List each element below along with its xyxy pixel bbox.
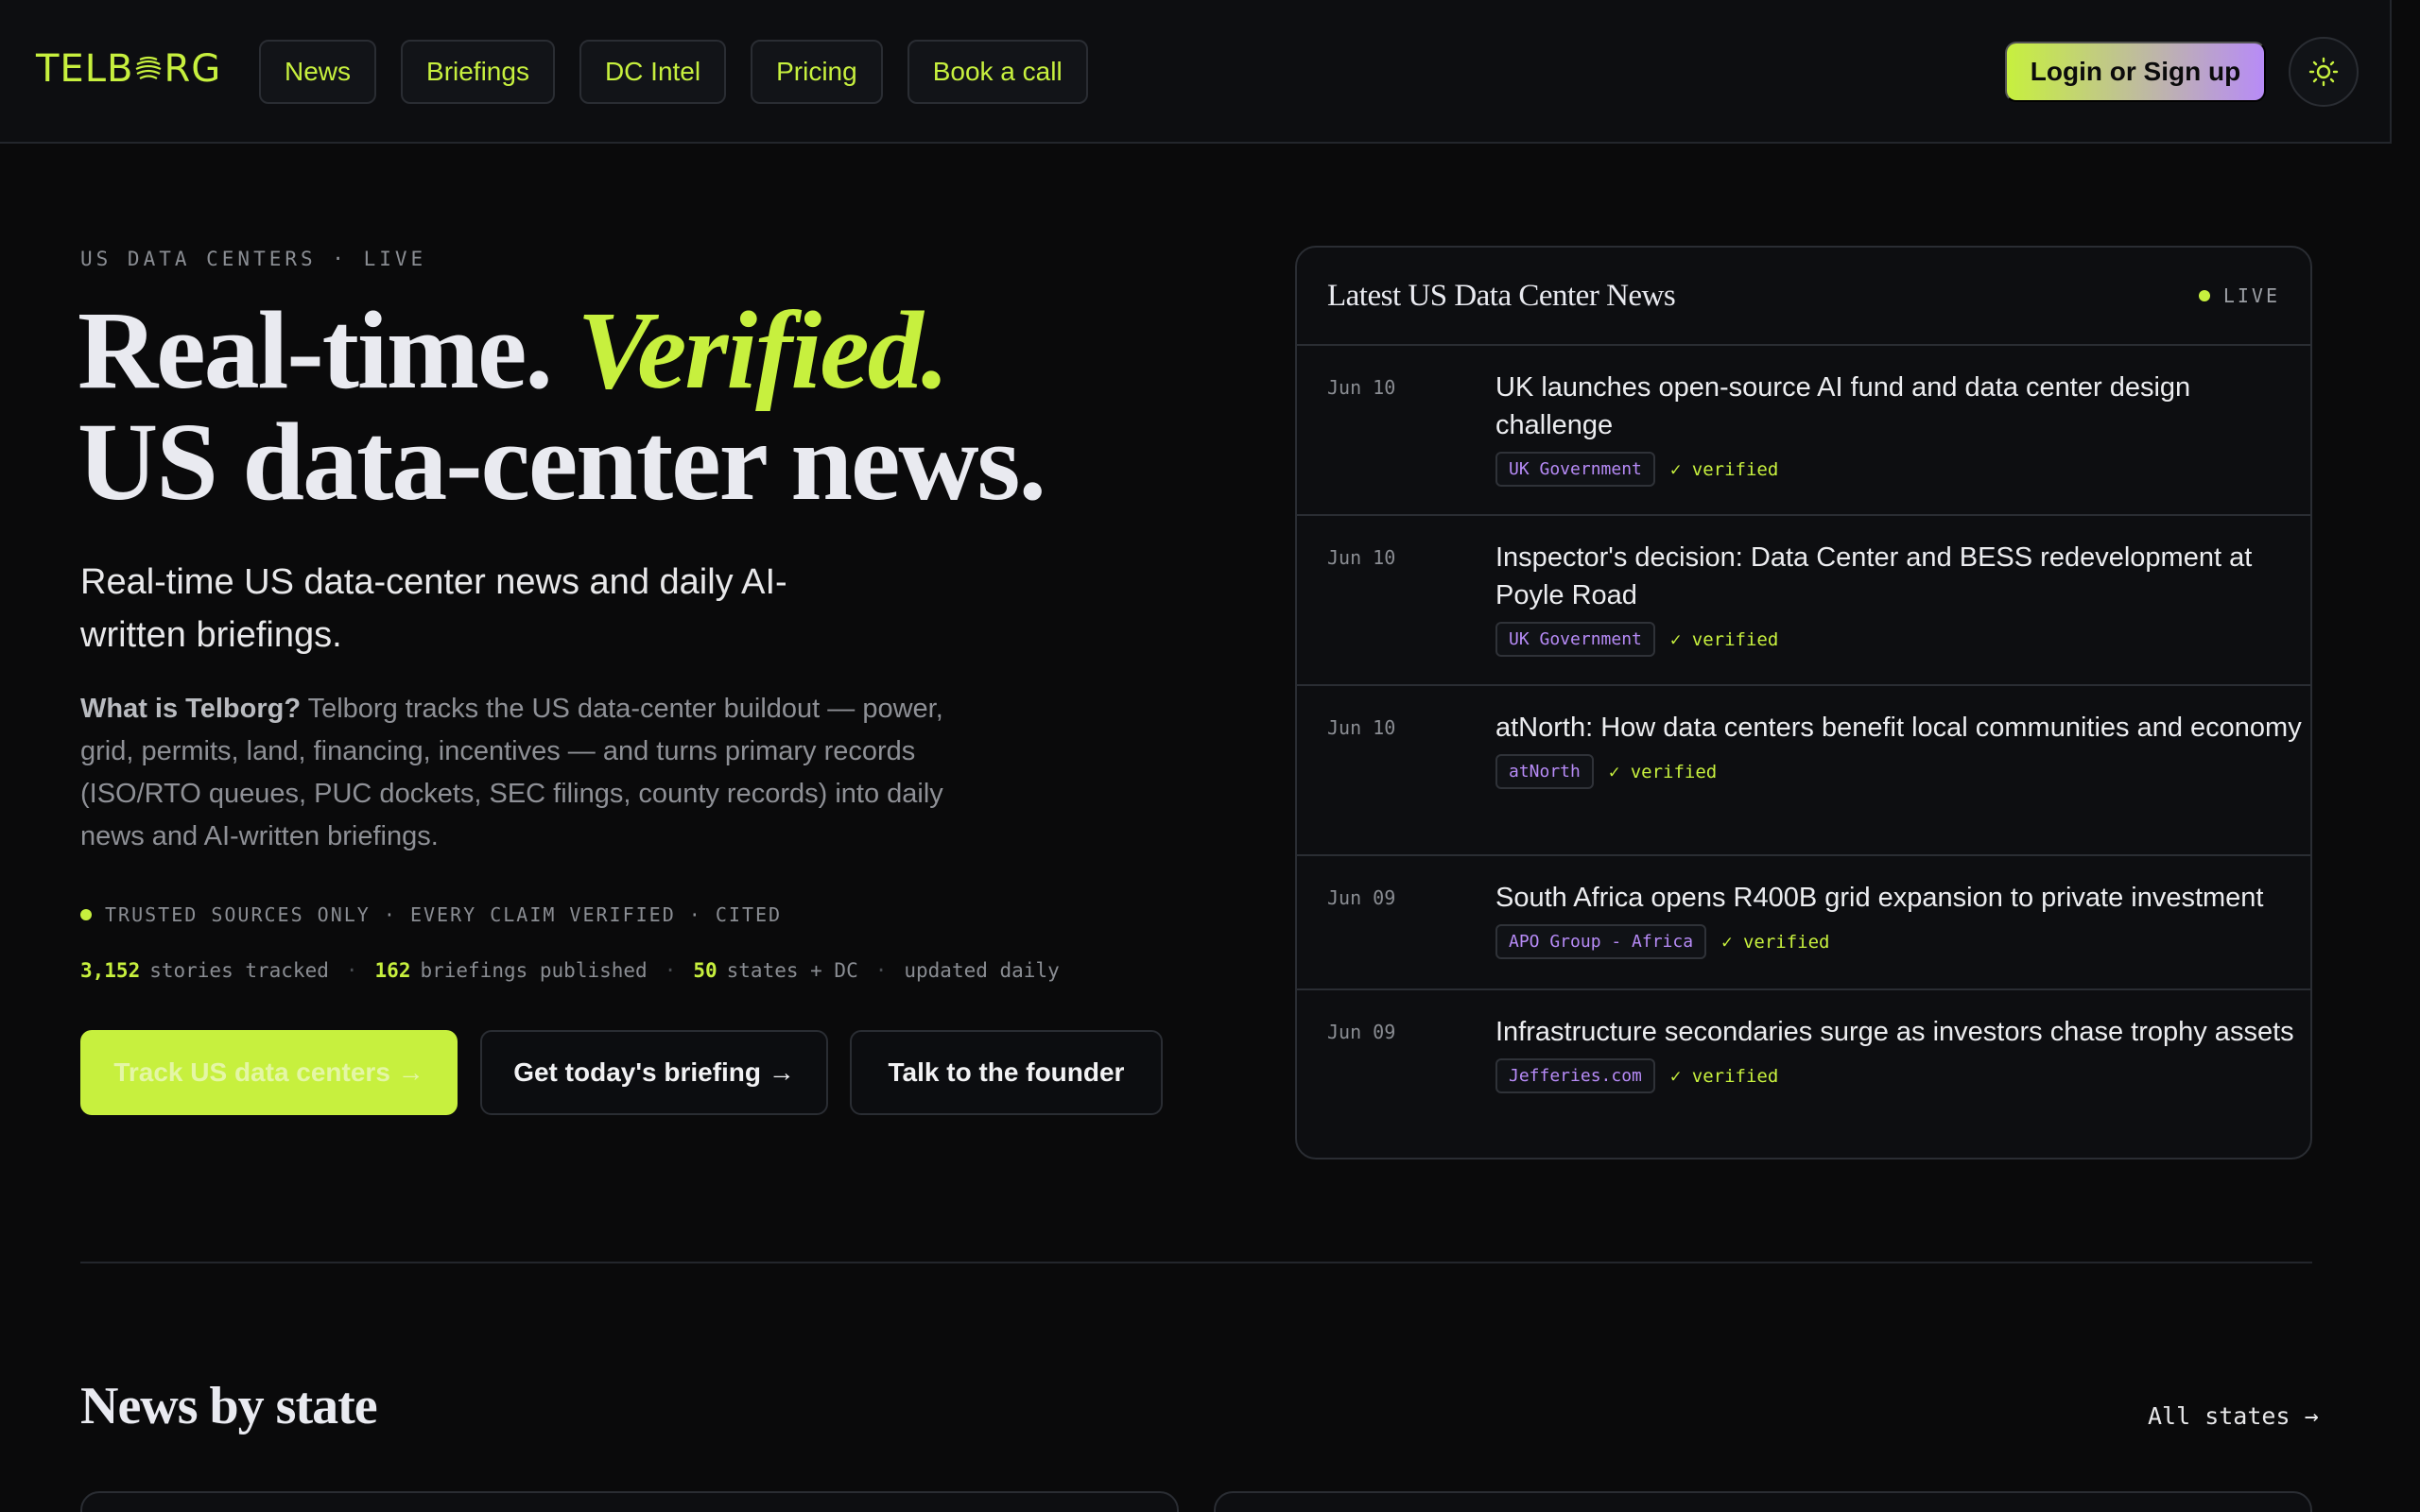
live-label: LIVE [2222,284,2280,307]
stat-briefings: 162 briefings published [375,959,648,982]
source-tag: atNorth [1495,754,1594,789]
nav-dc-intel[interactable]: DC Intel [579,40,727,104]
nav-news[interactable]: News [259,40,377,104]
trust-text: TRUSTED SOURCES ONLY · EVERY CLAIM VERIF… [105,903,783,926]
status-dot-icon [80,909,92,920]
stat-stories: 3,152 stories tracked [80,959,329,982]
news-panel-header: Latest US Data Center News LIVE [1297,248,2310,346]
news-item[interactable]: Jun 09 South Africa opens R400B grid exp… [1297,856,2310,990]
verified-badge: ✓ verified [1721,931,1830,953]
stat-separator: · [664,959,677,982]
hero-subhead: Real-time US data-center news and daily … [80,562,787,655]
verified-badge: ✓ verified [1669,458,1779,480]
news-title[interactable]: atNorth: How data centers benefit local … [1495,709,2308,747]
state-card[interactable] [1214,1491,2312,1512]
source-tag: APO Group - Africa [1495,924,1707,959]
verified-badge: ✓ verified [1608,761,1718,782]
stat-states-label: states + DC [726,959,858,982]
headline-part-2: US data-center news. [78,400,1046,524]
news-title[interactable]: South Africa opens R400B grid expansion … [1495,879,2308,917]
todays-briefing-button[interactable]: Get today's briefing → [480,1030,828,1115]
logo-text-end: RG [164,47,222,91]
section-divider [80,1262,2312,1263]
stat-updated: updated daily [904,959,1060,982]
all-states-link[interactable]: All states → [2148,1402,2319,1430]
headline-part-1: Real-time. [78,288,553,412]
news-panel-title: Latest US Data Center News [1327,278,1676,313]
news-item[interactable]: Jun 09 Infrastructure secondaries surge … [1297,990,2310,1158]
stat-separator: · [874,959,888,982]
theme-toggle-button[interactable] [2289,37,2359,107]
verified-badge: ✓ verified [1669,628,1779,650]
news-title[interactable]: UK launches open-source AI fund and data… [1495,369,2308,444]
news-item[interactable]: Jun 10 Inspector's decision: Data Center… [1297,516,2310,686]
news-date: Jun 10 [1327,546,1396,569]
news-item[interactable]: Jun 10 UK launches open-source AI fund a… [1297,346,2310,516]
latest-news-panel: Latest US Data Center News LIVE Jun 10 U… [1295,246,2312,1160]
source-tag: UK Government [1495,622,1655,657]
stat-separator: · [345,959,358,982]
nav-briefings[interactable]: Briefings [401,40,555,104]
verified-badge: ✓ verified [1669,1065,1779,1087]
logo-mark-icon [135,56,162,79]
news-date: Jun 10 [1327,376,1396,399]
news-title[interactable]: Infrastructure secondaries surge as inve… [1495,1013,2308,1051]
news-title[interactable]: Inspector's decision: Data Center and BE… [1495,539,2308,614]
stat-briefings-label: briefings published [420,959,648,982]
talk-to-founder-button[interactable]: Talk to the founder [850,1030,1163,1115]
description-lead: What is Telborg? [80,694,302,724]
stat-stories-value: 3,152 [80,959,141,982]
state-card[interactable] [80,1491,1179,1512]
track-data-centers-button[interactable]: Track US data centers → [80,1030,458,1115]
top-navigation-bar: TELB RG News Briefings DC Intel Pricing … [0,0,2392,144]
source-tag: Jefferies.com [1495,1058,1655,1093]
news-item[interactable]: Jun 10 atNorth: How data centers benefit… [1297,686,2310,856]
news-date: Jun 09 [1327,1021,1396,1043]
news-date: Jun 09 [1327,886,1396,909]
hero-eyebrow: US DATA CENTERS · LIVE [80,248,427,270]
stat-states: 50 states + DC [693,959,857,982]
trust-line: TRUSTED SOURCES ONLY · EVERY CLAIM VERIF… [80,903,782,926]
nav-book-a-call[interactable]: Book a call [907,40,1088,104]
source-tag: UK Government [1495,452,1655,487]
telborg-logo[interactable]: TELB RG [36,47,221,91]
live-dot-icon [2198,290,2210,301]
hero-description: What is Telborg? Telborg tracks the US d… [80,688,988,858]
sun-icon [2308,57,2339,87]
stat-states-value: 50 [693,959,717,982]
news-by-state-heading: News by state [80,1377,378,1435]
stats-line: 3,152 stories tracked · 162 briefings publ… [80,959,1060,982]
main-nav: News Briefings DC Intel Pricing Book a c… [259,40,1088,104]
stat-briefings-value: 162 [374,959,411,982]
hero-headline: Real-time. Verified. US data-center news… [78,295,1046,518]
headline-accent: Verified. [577,288,949,412]
live-indicator: LIVE [2198,284,2280,307]
login-signup-button[interactable]: Login or Sign up [2005,42,2266,102]
logo-text-start: TELB [36,47,134,91]
nav-pricing[interactable]: Pricing [751,40,883,104]
stat-stories-label: stories tracked [149,959,329,982]
news-date: Jun 10 [1327,716,1396,739]
